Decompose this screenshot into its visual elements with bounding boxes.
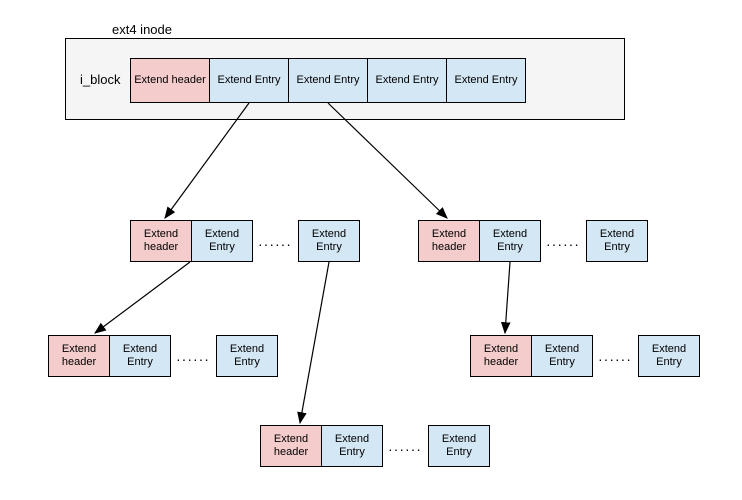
l2-b-header: Extend header bbox=[470, 335, 532, 377]
l2-c-entry-n: Extend Entry bbox=[428, 425, 490, 467]
l2-b-entry-1: Extend Entry bbox=[531, 335, 593, 377]
ellipsis-icon: ······ bbox=[546, 236, 580, 252]
iblock-label: i_block bbox=[80, 72, 120, 87]
root-extend-entry-4: Extend Entry bbox=[446, 58, 526, 103]
l2-b-entry-n: Extend Entry bbox=[638, 335, 700, 377]
ellipsis-icon: ······ bbox=[258, 236, 292, 252]
l1-left-header: Extend header bbox=[130, 220, 192, 262]
root-extend-entry-2: Extend Entry bbox=[288, 58, 368, 103]
l2-a-header: Extend header bbox=[48, 335, 110, 377]
root-extend-entry-1: Extend Entry bbox=[209, 58, 289, 103]
l1-left-entry-n: Extend Entry bbox=[298, 220, 360, 262]
l1-right-entry-n: Extend Entry bbox=[586, 220, 648, 262]
root-extend-entry-3: Extend Entry bbox=[367, 58, 447, 103]
l1-left-entry-1: Extend Entry bbox=[191, 220, 253, 262]
l2-a-entry-n: Extend Entry bbox=[216, 335, 278, 377]
ellipsis-icon: ······ bbox=[388, 441, 422, 457]
l1-right-header: Extend header bbox=[418, 220, 480, 262]
l2-a-entry-1: Extend Entry bbox=[109, 335, 171, 377]
root-extend-header: Extend header bbox=[130, 58, 210, 103]
ellipsis-icon: ······ bbox=[598, 351, 632, 367]
l1-right-entry-1: Extend Entry bbox=[479, 220, 541, 262]
ellipsis-icon: ······ bbox=[176, 351, 210, 367]
inode-title: ext4 inode bbox=[112, 22, 172, 37]
l2-c-header: Extend header bbox=[260, 425, 322, 467]
l2-c-entry-1: Extend Entry bbox=[321, 425, 383, 467]
